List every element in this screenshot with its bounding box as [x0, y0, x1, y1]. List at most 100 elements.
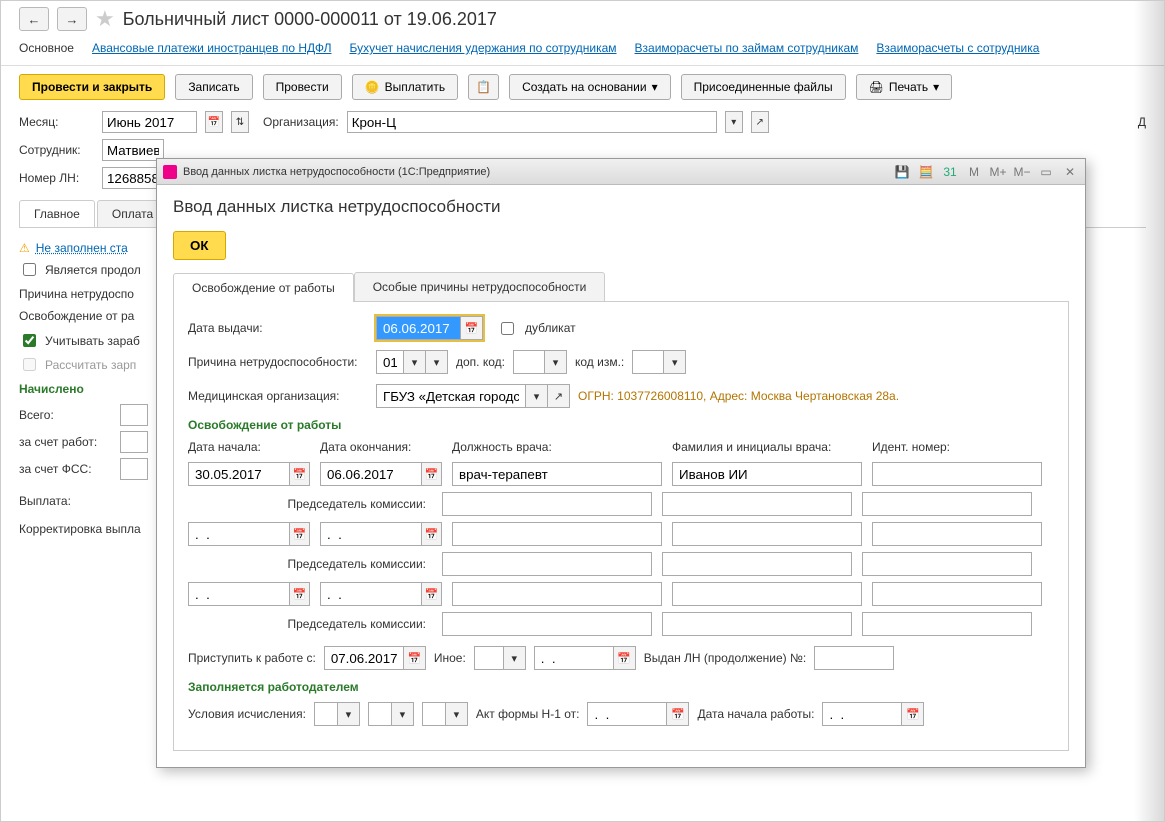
calendar-icon[interactable]: 📅	[290, 462, 310, 486]
r3-start[interactable]	[188, 582, 290, 606]
list-icon-button[interactable]: 📋	[468, 74, 499, 100]
org-dropdown[interactable]: ▾	[725, 111, 743, 133]
other-code[interactable]	[474, 646, 504, 670]
linktab-accounting[interactable]: Бухучет начисления удержания по сотрудни…	[349, 41, 616, 55]
calendar-31-icon[interactable]: 31	[941, 163, 959, 181]
org-input[interactable]	[347, 111, 717, 133]
ln-label: Номер ЛН:	[19, 171, 94, 185]
calendar-icon[interactable]: 📅	[667, 702, 689, 726]
total-input[interactable]	[120, 404, 148, 426]
r1-pos[interactable]	[452, 462, 662, 486]
post-close-button[interactable]: Провести и закрыть	[19, 74, 165, 100]
close-icon[interactable]: ✕	[1061, 163, 1079, 181]
med-open[interactable]: ↗	[548, 384, 570, 408]
org-open[interactable]: ↗	[751, 111, 769, 133]
chair1-name[interactable]	[662, 492, 852, 516]
nav-back[interactable]: ←	[19, 7, 49, 31]
r3-end[interactable]	[320, 582, 422, 606]
return-date-input[interactable]	[324, 646, 404, 670]
chair1-id[interactable]	[862, 492, 1032, 516]
cond2[interactable]	[368, 702, 392, 726]
r2-id[interactable]	[872, 522, 1042, 546]
linktab-loans[interactable]: Взаиморасчеты по займам сотрудникам	[635, 41, 859, 55]
chair2-pos[interactable]	[442, 552, 652, 576]
linktab-settlements[interactable]: Взаиморасчеты с сотрудника	[876, 41, 1039, 55]
m-minus-icon: M−	[1013, 163, 1031, 181]
save-icon[interactable]: 💾	[893, 163, 911, 181]
chair2-id[interactable]	[862, 552, 1032, 576]
r3-name[interactable]	[672, 582, 862, 606]
chair3-name[interactable]	[662, 612, 852, 636]
chg-code-input[interactable]	[632, 350, 664, 374]
pay-button[interactable]: 🪙Выплатить	[352, 74, 458, 100]
calendar-icon[interactable]: 📅	[422, 582, 442, 606]
med-dd[interactable]: ▾	[526, 384, 548, 408]
warn-link[interactable]: Не заполнен ста	[36, 241, 128, 255]
add-code-input[interactable]	[513, 350, 545, 374]
calendar-icon[interactable]: 📅	[422, 522, 442, 546]
fss-input[interactable]	[120, 458, 148, 480]
print-button[interactable]: 🖨 Печать ▾	[856, 74, 953, 100]
r1-start[interactable]	[188, 462, 290, 486]
ok-button[interactable]: ОК	[173, 231, 226, 260]
duplicate-checkbox[interactable]	[501, 322, 514, 335]
calendar-icon[interactable]: 📅	[205, 111, 223, 133]
calendar-icon[interactable]: 📅	[461, 316, 483, 340]
r2-start[interactable]	[188, 522, 290, 546]
chair1-pos[interactable]	[442, 492, 652, 516]
linktab-advance[interactable]: Авансовые платежи иностранцев по НДФЛ	[92, 41, 331, 55]
calendar-icon[interactable]: 📅	[404, 646, 426, 670]
work-start-date[interactable]	[822, 702, 902, 726]
reason-dd[interactable]: ▾	[404, 350, 426, 374]
tab-main[interactable]: Главное	[19, 200, 95, 227]
r1-end[interactable]	[320, 462, 422, 486]
consider-checkbox[interactable]	[23, 334, 36, 347]
modal-tab-special[interactable]: Особые причины нетрудоспособности	[354, 272, 606, 301]
cond3[interactable]	[422, 702, 446, 726]
r3-pos[interactable]	[452, 582, 662, 606]
other-dd[interactable]: ▾	[504, 646, 526, 670]
r1-name[interactable]	[672, 462, 862, 486]
employer-input[interactable]	[120, 431, 148, 453]
r2-end[interactable]	[320, 522, 422, 546]
med-org-input[interactable]	[376, 384, 526, 408]
continuation-checkbox[interactable]	[23, 263, 36, 276]
other-date[interactable]	[534, 646, 614, 670]
employee-input[interactable]	[102, 139, 164, 161]
chair2-name[interactable]	[662, 552, 852, 576]
issue-date-input[interactable]	[376, 316, 461, 340]
linktab-main[interactable]: Основное	[19, 41, 74, 55]
reason-code-input[interactable]	[376, 350, 404, 374]
r2-pos[interactable]	[452, 522, 662, 546]
calendar-icon[interactable]: 📅	[290, 522, 310, 546]
post-button[interactable]: Провести	[263, 74, 342, 100]
chair3-id[interactable]	[862, 612, 1032, 636]
add-code-dd[interactable]: ▾	[545, 350, 567, 374]
m-plus-icon: M+	[989, 163, 1007, 181]
save-button[interactable]: Записать	[175, 74, 252, 100]
continuation-num[interactable]	[814, 646, 894, 670]
calendar-icon[interactable]: 📅	[290, 582, 310, 606]
modal-sickleave-entry: Ввод данных листка нетрудоспособности (1…	[156, 158, 1086, 768]
nav-fwd[interactable]: →	[57, 7, 87, 31]
create-based-button[interactable]: Создать на основании ▾	[509, 74, 671, 100]
minimize-icon[interactable]: ▭	[1037, 163, 1055, 181]
r2-name[interactable]	[672, 522, 862, 546]
r1-id[interactable]	[872, 462, 1042, 486]
chair3-pos[interactable]	[442, 612, 652, 636]
month-spinner[interactable]: ⇅	[231, 111, 249, 133]
r3-id[interactable]	[872, 582, 1042, 606]
favorite-star-icon[interactable]: ★	[95, 6, 115, 32]
calendar-icon[interactable]: 📅	[422, 462, 442, 486]
attach-button[interactable]: Присоединенные файлы	[681, 74, 846, 100]
reason-open[interactable]: ▾	[426, 350, 448, 374]
calendar-icon[interactable]: 📅	[614, 646, 636, 670]
month-input[interactable]	[102, 111, 197, 133]
modal-tab-release[interactable]: Освобождение от работы	[173, 273, 354, 302]
calc-icon[interactable]: 🧮	[917, 163, 935, 181]
ln-input[interactable]	[102, 167, 164, 189]
act-date[interactable]	[587, 702, 667, 726]
cond1[interactable]	[314, 702, 338, 726]
calendar-icon[interactable]: 📅	[902, 702, 924, 726]
chg-code-dd[interactable]: ▾	[664, 350, 686, 374]
